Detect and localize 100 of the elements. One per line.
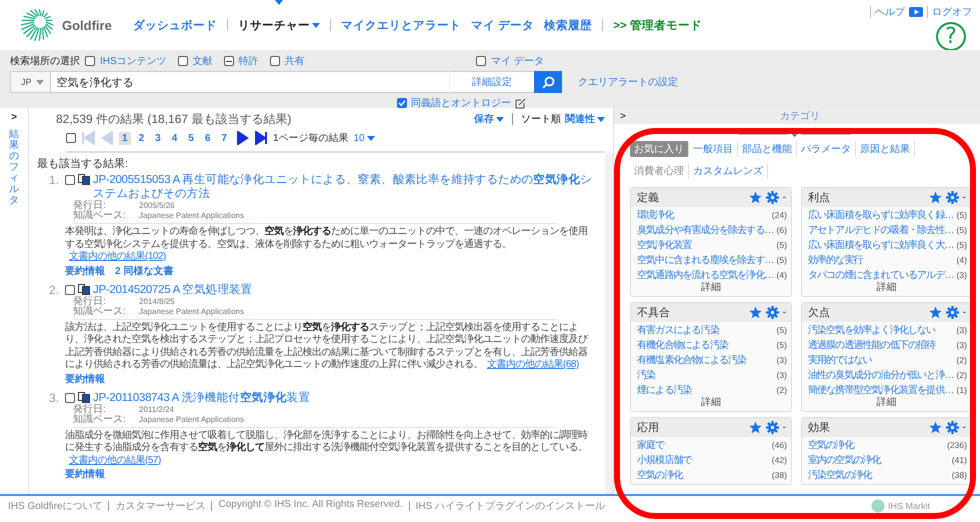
star-icon[interactable] xyxy=(748,306,762,319)
next-page-button[interactable] xyxy=(234,131,249,145)
details-link[interactable]: 詳細 xyxy=(876,397,896,408)
result-action-link[interactable]: 2 同様な文書 xyxy=(115,266,174,278)
category-item-link[interactable]: 室内の空気の浄化 xyxy=(808,452,881,466)
category-item-link[interactable]: 広い床面積を取らずに効率良く大… xyxy=(808,238,954,252)
search-button[interactable] xyxy=(534,71,562,93)
category-tab[interactable]: 部品と機能 xyxy=(738,141,797,157)
edit-icon[interactable] xyxy=(515,98,526,108)
collapse-toggle[interactable]: - xyxy=(782,192,786,203)
expand-toggle[interactable]: > xyxy=(11,112,17,123)
header-link[interactable]: ログオフ xyxy=(932,5,972,19)
category-item-link[interactable]: 効率的な実行 xyxy=(808,252,863,266)
category-item-link[interactable]: 有機化合物による汚染 xyxy=(637,338,728,352)
category-item-link[interactable]: 空気通路内を流れる空気を浄化… xyxy=(637,268,774,282)
chevron-down-icon[interactable] xyxy=(790,132,798,137)
category-item-link[interactable]: 空気浄化装置 xyxy=(637,238,692,252)
category-item-link[interactable]: 空気中に含まれる塵埃を除去す… xyxy=(637,252,774,266)
help-button[interactable]: ? xyxy=(936,22,966,51)
settings-icon[interactable] xyxy=(766,306,779,319)
checkbox[interactable] xyxy=(65,284,75,294)
star-icon[interactable] xyxy=(928,191,942,204)
category-tab[interactable]: お気に入り xyxy=(630,141,689,157)
result-action-link[interactable]: 要約情報 xyxy=(65,374,105,386)
category-item-link[interactable]: 空気の浄化 xyxy=(808,438,854,452)
video-icon[interactable] xyxy=(909,7,923,17)
expand-toggle[interactable]: > xyxy=(620,110,626,122)
footer-link[interactable]: IHS ハイライトプラグインのインストール xyxy=(416,499,606,513)
category-item-link[interactable]: 有害ガスによる汚染 xyxy=(637,322,719,336)
star-icon[interactable] xyxy=(748,421,762,434)
page-link[interactable]: 2 xyxy=(136,132,148,144)
details-link[interactable]: 詳細 xyxy=(876,282,896,293)
category-tab[interactable]: 原因と結果 xyxy=(856,141,915,157)
result-action-link[interactable]: 要約情報 xyxy=(65,266,105,278)
save-menu[interactable]: 保存 xyxy=(474,112,504,126)
settings-icon[interactable] xyxy=(946,191,959,204)
result-action-link[interactable]: 要約情報 xyxy=(65,469,105,481)
header-link[interactable]: ヘルプ xyxy=(875,5,905,19)
nav-link[interactable]: マイ データ xyxy=(471,18,534,32)
category-item-link[interactable]: 汚染空気の浄化 xyxy=(808,468,872,482)
category-item-link[interactable]: 広い床面積を取らずに効率良く録… xyxy=(808,208,954,222)
search-field[interactable]: 空気を浄化する xyxy=(50,71,449,93)
checkbox[interactable] xyxy=(476,56,486,66)
checkbox[interactable] xyxy=(178,56,188,66)
page-link[interactable]: 6 xyxy=(202,132,214,144)
star-icon[interactable] xyxy=(928,306,942,319)
page-link[interactable]: 3 xyxy=(152,132,164,144)
language-dropdown[interactable]: JP xyxy=(10,71,51,93)
collapse-toggle[interactable]: - xyxy=(782,422,786,433)
details-link[interactable]: 詳細 xyxy=(700,397,721,408)
checkbox[interactable] xyxy=(65,392,75,402)
category-item-link[interactable]: 臭気成分や有害成分を除去する… xyxy=(637,222,774,236)
query-alert-link[interactable]: クエリアラートの設定 xyxy=(578,75,970,89)
category-item-link[interactable]: 汚染 xyxy=(637,368,656,382)
checkbox[interactable] xyxy=(85,56,95,66)
page-link[interactable]: 7 xyxy=(218,132,230,144)
category-item-link[interactable]: 空気の浄化 xyxy=(637,468,683,482)
settings-icon[interactable] xyxy=(766,421,779,434)
checkbox[interactable] xyxy=(224,56,234,66)
nav-link[interactable]: マイクエリとアラート xyxy=(341,18,461,32)
checkbox[interactable] xyxy=(270,56,280,66)
category-item-link[interactable]: 煙による汚染 xyxy=(637,382,692,396)
nav-link[interactable]: リサーチャー xyxy=(238,18,320,32)
star-icon[interactable] xyxy=(748,191,762,204)
result-title[interactable]: JP-2011038743 A 洗浄機能付空気浄化装置 xyxy=(93,390,595,404)
settings-icon[interactable] xyxy=(946,421,959,434)
more-results-link[interactable]: 文書内の他の結果(57) xyxy=(69,454,161,466)
result-title[interactable]: JP-2005515053 A 再生可能な浄化ユニットによる、窒素、酸素比率を維持するための空気浄化システムおよびその方法 xyxy=(93,173,595,201)
category-tab[interactable]: カスタムレンズ xyxy=(689,163,768,179)
category-tab[interactable]: 一般項目 xyxy=(689,141,738,157)
per-page-dropdown[interactable]: 10 xyxy=(354,132,375,144)
collapse-toggle[interactable]: - xyxy=(962,192,966,203)
category-item-link[interactable]: 小規模店舗で xyxy=(637,452,692,466)
page-link[interactable]: 5 xyxy=(185,132,197,144)
footer-link[interactable]: Copyright © IHS Inc. All Rights Reserved. xyxy=(218,499,403,510)
advanced-settings-button[interactable]: 詳細設定 xyxy=(449,71,534,93)
collapse-toggle[interactable]: - xyxy=(962,422,966,433)
category-item-link[interactable]: 透過膜の透過性能の低下の招待 xyxy=(808,338,936,352)
checkbox[interactable] xyxy=(65,175,75,185)
nav-link[interactable]: ダッシュボード xyxy=(133,18,217,32)
category-item-link[interactable]: アセトアルデヒドの吸着・除去性… xyxy=(808,222,954,236)
category-item-link[interactable]: 家庭で xyxy=(637,438,664,452)
filter-label[interactable]: 結果のフィルタ xyxy=(9,129,19,206)
checkbox[interactable] xyxy=(397,98,407,108)
star-icon[interactable] xyxy=(928,421,942,434)
result-title[interactable]: JP-2014520725 A 空気処理装置 xyxy=(93,282,595,296)
category-item-link[interactable]: タバコの煙に含まれているアルデ… xyxy=(808,268,954,282)
category-item-link[interactable]: 汚染空気を効率よく浄化しない xyxy=(808,322,936,336)
more-results-link[interactable]: 文書内の他の結果(102) xyxy=(69,251,166,262)
last-page-button[interactable] xyxy=(254,131,268,145)
footer-link[interactable]: カスタマーサービス xyxy=(115,499,206,513)
settings-icon[interactable] xyxy=(946,306,959,319)
category-item-link[interactable]: 環境浄化 xyxy=(637,208,674,222)
category-item-link[interactable]: 有機塩素化合物による汚染 xyxy=(637,352,746,366)
category-item-link[interactable]: 油性の臭気成分の油分が低いと浄… xyxy=(808,368,954,382)
checkbox[interactable] xyxy=(66,133,76,143)
sort-menu[interactable]: 関連性 xyxy=(565,112,605,126)
page-link[interactable]: 4 xyxy=(168,132,180,144)
category-item-link[interactable]: 実用的ではない xyxy=(808,352,872,366)
category-tab[interactable]: パラメータ xyxy=(797,141,856,157)
